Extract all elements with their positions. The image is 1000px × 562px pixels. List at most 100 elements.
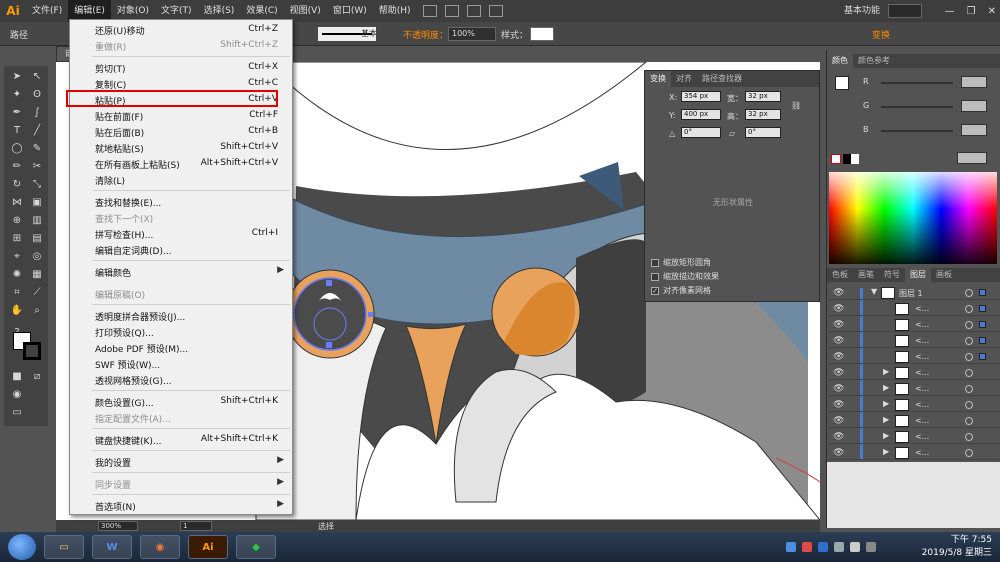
menu-help[interactable]: 帮助(H) (373, 0, 417, 22)
shear-field[interactable]: 0° (745, 127, 781, 138)
layer-target-icon[interactable] (965, 321, 973, 329)
pencil-icon[interactable]: ✏ (8, 158, 26, 174)
menu-paste-in-front[interactable]: 贴在前面(F) Ctrl+F (70, 108, 292, 124)
sublayer-name[interactable]: <... (915, 336, 929, 345)
paintbrush-icon[interactable]: ✎ (28, 140, 46, 156)
search-input[interactable] (888, 4, 922, 18)
pen-tool-icon[interactable]: ✒ (8, 104, 26, 120)
menu-pdf-presets[interactable]: Adobe PDF 预设(M)... (70, 340, 292, 356)
menu-color-settings[interactable]: 颜色设置(G)... Shift+Ctrl+K (70, 394, 292, 410)
layer-target-icon[interactable] (965, 337, 973, 345)
workspace-switcher[interactable]: 基本功能 (844, 0, 880, 22)
sublayer-name[interactable]: <... (915, 384, 929, 393)
tray-battery-icon[interactable] (866, 542, 876, 552)
menu-edit-dictionary[interactable]: 编辑自定词典(D)... (70, 242, 292, 258)
tray-flag-icon[interactable] (850, 542, 860, 552)
rotate-field[interactable]: 0° (681, 127, 721, 138)
layer-row[interactable]: 👁 ▶ <... (829, 414, 999, 428)
visibility-eye-icon[interactable]: 👁 (833, 368, 844, 378)
menu-flattener-presets[interactable]: 透明度拼合器预设(J)... (70, 308, 292, 324)
blue-field[interactable] (961, 124, 987, 136)
sublayer-name[interactable]: <... (915, 352, 929, 361)
firefox-icon[interactable]: ◉ (140, 535, 180, 559)
anchor-point[interactable] (326, 342, 332, 348)
free-transform-icon[interactable]: ▣ (28, 194, 46, 210)
style-dropdown[interactable] (530, 27, 554, 41)
screen-mode-icon[interactable]: ▭ (8, 404, 26, 420)
selected-pupil[interactable] (293, 277, 367, 351)
sublayer-name[interactable]: <... (915, 320, 929, 329)
visibility-eye-icon[interactable]: 👁 (833, 416, 844, 426)
color-mode-icon[interactable]: ■ (8, 368, 26, 384)
constrain-icon[interactable]: ⛓ (791, 101, 801, 110)
slice-tool-icon[interactable]: ⟋ (28, 284, 46, 300)
word-icon[interactable]: W (92, 535, 132, 559)
perspective-grid-icon[interactable]: ▥ (28, 212, 46, 228)
white-swatch[interactable] (851, 154, 859, 164)
opacity-field[interactable]: 100% (448, 27, 496, 41)
expand-arrow-icon[interactable]: ▼ (871, 287, 877, 296)
visibility-eye-icon[interactable]: 👁 (833, 400, 844, 410)
menu-print-presets[interactable]: 打印预设(Q)... (70, 324, 292, 340)
tab-swatches[interactable]: 色板 (827, 268, 853, 282)
tray-security-icon[interactable] (802, 542, 812, 552)
expand-arrow-icon[interactable]: ▶ (883, 415, 889, 424)
menu-undo[interactable]: 还原(U)移动 Ctrl+Z (70, 22, 292, 38)
layer-target-icon[interactable] (965, 353, 973, 361)
sublayer-name[interactable]: <... (915, 448, 929, 457)
opacity-label[interactable]: 不透明度： (403, 28, 448, 41)
visibility-eye-icon[interactable]: 👁 (833, 336, 844, 346)
shape-builder-icon[interactable]: ⊕ (8, 212, 26, 228)
expand-arrow-icon[interactable]: ▶ (883, 447, 889, 456)
symbol-sprayer-icon[interactable]: ✺ (8, 266, 26, 282)
top-white-arc[interactable] (265, 62, 647, 150)
pixel-grid-option[interactable]: ✓ 对齐像素网格 (651, 285, 711, 296)
layer-target-icon[interactable] (965, 369, 973, 377)
arrange-icon[interactable] (466, 5, 481, 17)
scale-corners-checkbox[interactable] (651, 258, 659, 267)
color-spectrum[interactable] (829, 172, 997, 264)
sublayer-name[interactable]: <... (915, 304, 929, 313)
layer-target-icon[interactable] (965, 433, 973, 441)
layer-row[interactable]: 👁 <... (829, 334, 999, 348)
layer-target-icon[interactable] (965, 449, 973, 457)
tab-artboards[interactable]: 画板 (931, 268, 957, 282)
layer-selection-indicator[interactable] (979, 305, 986, 312)
tab-brushes[interactable]: 画笔 (853, 268, 879, 282)
layer-selection-indicator[interactable] (979, 289, 986, 296)
layer-row[interactable]: 👁 ▶ <... (829, 366, 999, 380)
menu-my-settings[interactable]: 我的设置 ▶ (70, 454, 292, 470)
menu-preferences[interactable]: 首选项(N) ▶ (70, 498, 292, 514)
layer-name[interactable]: 图层 1 (899, 288, 923, 299)
green-app-icon[interactable]: ◆ (236, 535, 276, 559)
menu-find-replace[interactable]: 查找和替换(E)... (70, 194, 292, 210)
layer-selection-indicator[interactable] (979, 353, 986, 360)
eyedropper-icon[interactable]: ⌖ (8, 248, 26, 264)
green-field[interactable] (961, 100, 987, 112)
type-tool-icon[interactable]: T (8, 122, 26, 138)
red-slider[interactable] (881, 82, 953, 84)
visibility-eye-icon[interactable]: 👁 (833, 384, 844, 394)
tray-network-icon[interactable] (786, 542, 796, 552)
layer-selection-indicator[interactable] (979, 337, 986, 344)
selection-tool-icon[interactable]: ➤ (8, 68, 26, 84)
scale-strokes-option[interactable]: 缩放描边和效果 (651, 271, 719, 282)
rotate-tool-icon[interactable]: ↻ (8, 176, 26, 192)
menu-find-next[interactable]: 查找下一个(X) (70, 210, 292, 226)
anchor-point[interactable] (326, 280, 332, 286)
menu-assign-profile[interactable]: 指定配置文件(A)... (70, 410, 292, 426)
visibility-eye-icon[interactable]: 👁 (833, 448, 844, 458)
layer-row-main[interactable]: 👁 ▼ 图层 1 (829, 286, 999, 300)
start-button[interactable] (8, 534, 36, 560)
green-slider[interactable] (881, 106, 953, 108)
tab-transform[interactable]: 变换 (645, 71, 671, 87)
zoom-tool-icon[interactable]: ⌕ (28, 302, 46, 318)
visibility-eye-icon[interactable]: 👁 (833, 352, 844, 362)
none-mode-icon[interactable]: ⧄ (28, 368, 46, 384)
visibility-eye-icon[interactable]: 👁 (833, 304, 844, 314)
menu-redo[interactable]: 重做(R) Shift+Ctrl+Z (70, 38, 292, 54)
sublayer-name[interactable]: <... (915, 432, 929, 441)
menu-sync-settings[interactable]: 同步设置 ▶ (70, 476, 292, 492)
scale-corners-option[interactable]: 缩放矩形圆角 (651, 257, 711, 268)
y-field[interactable]: 400 px (681, 109, 721, 120)
